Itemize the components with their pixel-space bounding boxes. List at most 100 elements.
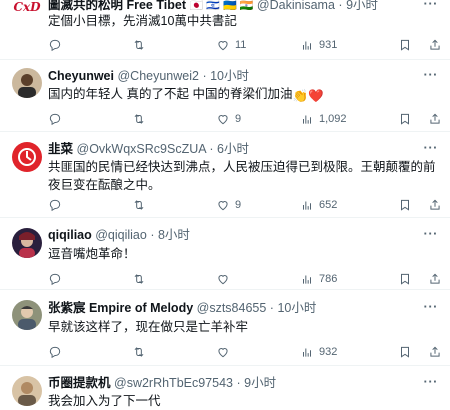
more-options-icon[interactable]: ··· <box>424 226 439 241</box>
avatar[interactable] <box>12 300 42 330</box>
action-bar: 11 931 <box>48 36 443 54</box>
heart-icon <box>218 115 228 125</box>
reply-tweet[interactable]: CxD 圖滅共的松明 Free Tibet 🇯🇵 🇮🇱 🇺🇦 🇮🇳 @Dakin… <box>0 0 450 60</box>
reply-button[interactable] <box>48 36 62 54</box>
tweet-header: qiqiliao @qiqiliao · 8小时 <box>48 226 443 244</box>
avatar[interactable] <box>12 142 42 172</box>
user-handle[interactable]: @szts84655 <box>197 301 267 315</box>
reply-icon <box>49 199 61 212</box>
reply-tweet[interactable]: 张紫宸 Empire of Melody @szts84655 · 10小时 ·… <box>0 290 450 366</box>
display-name[interactable]: qiqiliao <box>48 228 92 242</box>
reply-button[interactable] <box>48 110 62 128</box>
more-options-icon[interactable]: ··· <box>424 299 439 314</box>
bookmark-icon <box>401 113 409 125</box>
action-bar: 932 <box>48 343 443 361</box>
user-handle[interactable]: @OvkWqxSRc9ScZUA <box>77 142 206 156</box>
timestamp[interactable]: 9小时 <box>244 376 276 390</box>
user-handle[interactable]: @Cheyunwei2 <box>117 69 198 83</box>
like-button[interactable]: 9 <box>216 110 241 128</box>
share-button[interactable] <box>428 110 442 128</box>
view-count: 1,092 <box>319 113 347 125</box>
timestamp[interactable]: 10小时 <box>210 69 249 83</box>
more-options-icon[interactable]: ··· <box>424 67 439 82</box>
view-count: 786 <box>319 273 338 285</box>
share-button[interactable] <box>428 36 442 54</box>
share-button[interactable] <box>428 196 442 214</box>
retweet-button[interactable] <box>132 196 146 214</box>
views-button[interactable]: 786 <box>300 270 337 288</box>
like-button[interactable] <box>216 343 230 361</box>
tweet-text: 共匪国的民情已经快达到沸点，人民被压迫得已到极限。王朝颠覆的前夜巨变在酝酿之中。 <box>48 160 436 192</box>
avatar[interactable] <box>12 228 42 258</box>
analytics-icon <box>303 201 311 210</box>
heart-icon <box>218 348 228 358</box>
heart-icon <box>218 41 228 51</box>
more-options-icon[interactable]: ··· <box>424 140 439 155</box>
avatar[interactable] <box>12 376 42 406</box>
retweet-button[interactable] <box>132 110 146 128</box>
tweet-text-container: 国内的年轻人 真的了不起 中国的脊梁们加油👏❤️ <box>48 85 438 105</box>
separator-dot: · <box>202 69 207 83</box>
display-name[interactable]: 韭菜 <box>48 142 73 156</box>
bookmark-button[interactable] <box>398 270 412 288</box>
reply-tweet[interactable]: 币圈提款机 @sw2rRhTbEc97543 · 9小时 ··· 我会加入为了下… <box>0 366 450 410</box>
tweet-header: Cheyunwei @Cheyunwei2 · 10小时 <box>48 67 443 85</box>
user-handle[interactable]: @Dakinisama <box>257 0 335 12</box>
reply-tweet[interactable]: qiqiliao @qiqiliao · 8小时 ··· 逗音嘴炮革命！ 786 <box>0 218 450 290</box>
timestamp[interactable]: 6小时 <box>217 142 249 156</box>
retweet-button[interactable] <box>132 343 146 361</box>
display-name[interactable]: 币圈提款机 <box>48 376 111 390</box>
display-name[interactable]: 圖滅共的松明 Free Tibet <box>48 0 186 12</box>
bookmark-button[interactable] <box>398 36 412 54</box>
display-name[interactable]: Cheyunwei <box>48 69 114 83</box>
view-count: 931 <box>319 39 338 51</box>
svg-text:CxD: CxD <box>13 0 41 14</box>
like-button[interactable]: 11 <box>216 36 246 54</box>
like-count: 9 <box>235 113 242 125</box>
share-button[interactable] <box>428 270 442 288</box>
timestamp[interactable]: 8小时 <box>158 228 190 242</box>
reply-tweet[interactable]: 韭菜 @OvkWqxSRc9ScZUA · 6小时 ··· 共匪国的民情已经快达… <box>0 132 450 218</box>
bookmark-button[interactable] <box>398 343 412 361</box>
like-count: 11 <box>235 39 247 51</box>
bookmark-icon <box>401 346 409 358</box>
reply-button[interactable] <box>48 196 62 214</box>
share-icon <box>430 199 440 210</box>
retweet-icon <box>134 200 144 210</box>
heart-icon <box>218 201 228 211</box>
reply-button[interactable] <box>48 270 62 288</box>
like-button[interactable] <box>216 270 230 288</box>
like-button[interactable]: 9 <box>216 196 241 214</box>
display-name[interactable]: 张紫宸 Empire of Melody <box>48 301 193 315</box>
more-options-icon[interactable]: ··· <box>424 374 439 389</box>
share-button[interactable] <box>428 343 442 361</box>
tweet-text: 国内的年轻人 真的了不起 中国的脊梁们加油 <box>48 87 293 101</box>
more-options-icon[interactable]: ··· <box>424 0 439 11</box>
views-button[interactable]: 1,092 <box>300 110 347 128</box>
action-bar: 786 <box>48 270 443 288</box>
reply-icon <box>49 273 61 286</box>
retweet-button[interactable] <box>132 36 146 54</box>
tweet-header: 张紫宸 Empire of Melody @szts84655 · 10小时 <box>48 299 443 317</box>
user-handle[interactable]: @sw2rRhTbEc97543 <box>114 376 233 390</box>
bookmark-button[interactable] <box>398 110 412 128</box>
timestamp[interactable]: 10小时 <box>277 301 316 315</box>
views-button[interactable]: 652 <box>300 196 337 214</box>
bookmark-button[interactable] <box>398 196 412 214</box>
views-button[interactable]: 931 <box>300 36 337 54</box>
reply-button[interactable] <box>48 343 62 361</box>
tweet-header: 韭菜 @OvkWqxSRc9ScZUA · 6小时 <box>48 140 443 158</box>
timestamp[interactable]: 9小时 <box>346 0 378 12</box>
reply-icon <box>49 346 61 359</box>
separator-dot: · <box>269 301 274 315</box>
analytics-icon <box>303 348 311 357</box>
clap-heart-emoji: 👏❤️ <box>292 89 324 103</box>
retweet-button[interactable] <box>132 270 146 288</box>
reply-tweet[interactable]: Cheyunwei @Cheyunwei2 · 10小时 ··· 国内的年轻人 … <box>0 60 450 132</box>
avatar[interactable]: CxD <box>12 0 42 22</box>
tweet-text: 我会加入为了下一代 <box>48 394 161 408</box>
views-button[interactable]: 932 <box>300 343 337 361</box>
avatar[interactable] <box>12 68 42 98</box>
view-count: 652 <box>319 199 338 211</box>
user-handle[interactable]: @qiqiliao <box>95 228 147 242</box>
